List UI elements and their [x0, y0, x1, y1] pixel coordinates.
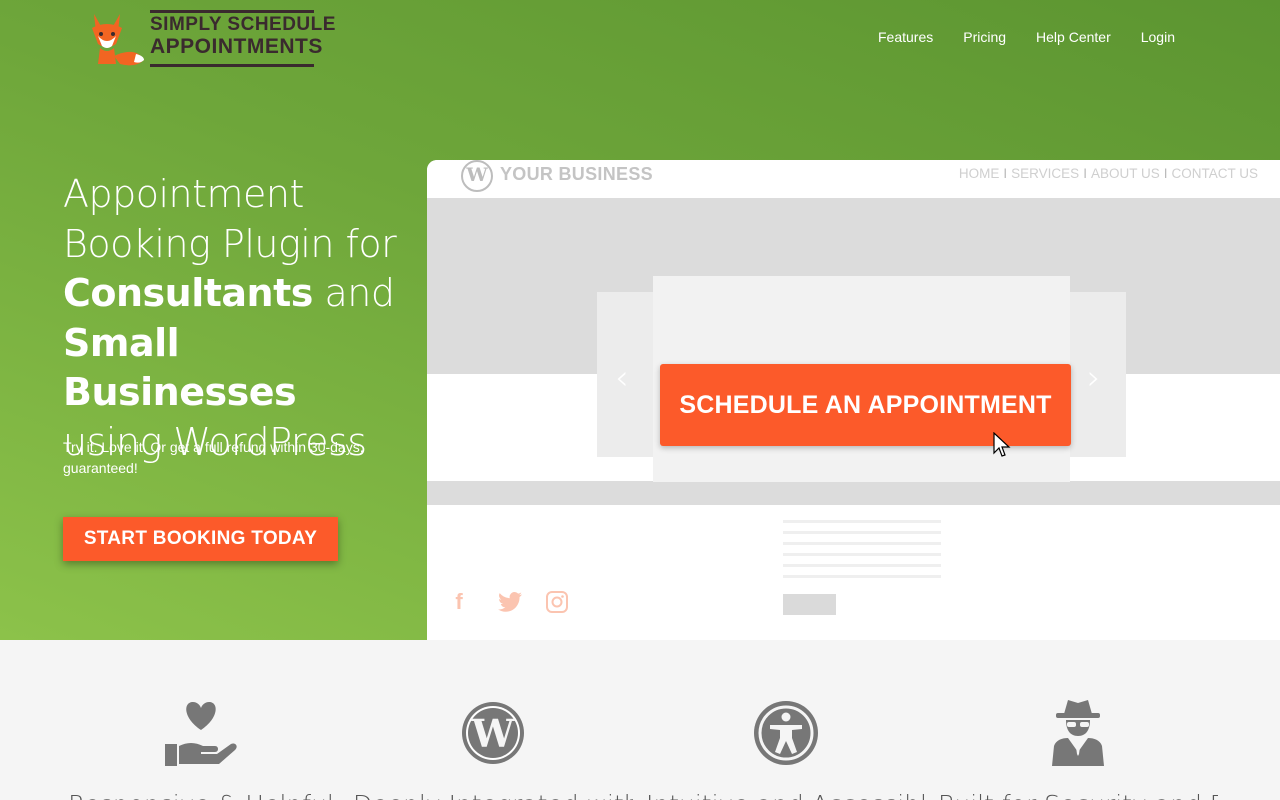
mock-brand: YOUR BUSINESS [500, 164, 653, 184]
spy-icon [1052, 700, 1104, 766]
facebook-icon: f [455, 589, 463, 614]
mock-slider: ‹ › [427, 198, 1280, 505]
logo-text-line2: APPOINTMENTS [150, 35, 323, 58]
feature-label: Responsive & Helpful [61, 790, 341, 800]
mock-nav-home: HOME [958, 166, 1000, 181]
headline-part2: and [324, 271, 395, 315]
mock-footer-text [783, 520, 941, 586]
feature-label: Built for Security and Data [938, 790, 1218, 800]
headline-bold2: Small Businesses [63, 320, 297, 415]
features-section: Responsive & Helpful W Deeply Integrated… [0, 640, 1280, 800]
mock-nav-sep: I [1083, 166, 1087, 181]
nav-help-center[interactable]: Help Center [1036, 29, 1111, 45]
mouse-cursor-icon [993, 432, 1011, 457]
wordpress-icon: W [462, 702, 524, 764]
mock-nav-about: ABOUT US [1090, 166, 1160, 181]
fox-icon [92, 14, 144, 66]
mock-website-preview: W YOUR BUSINESS HOME I SERVICES I ABOUT US I C… [427, 160, 1280, 640]
nav-login[interactable]: Login [1141, 29, 1175, 45]
mock-nav: HOME I SERVICES I ABOUT US I CONTACT US [959, 166, 1258, 181]
feature-wordpress: W Deeply Integrated with [353, 696, 633, 800]
nav-features[interactable]: Features [878, 29, 933, 45]
mock-nav-sep: I [1003, 166, 1008, 181]
mock-nav-services: SERVICES [1011, 166, 1080, 181]
logo-rule-top [150, 10, 314, 13]
chevron-left-icon: ‹ [615, 358, 629, 398]
main-nav: Features Pricing Help Center Login [878, 29, 1175, 45]
mock-nav-sep: I [1163, 166, 1168, 181]
logo-rule-bottom [150, 64, 314, 67]
heart-hand-icon [165, 702, 237, 766]
mock-header: W YOUR BUSINESS HOME I SERVICES I ABOUT US I C… [427, 160, 1280, 198]
logo[interactable]: SIMPLY SCHEDULE APPOINTMENTS [86, 8, 335, 70]
chevron-right-icon: › [1087, 358, 1101, 398]
feature-accessible: Intuitive and Accessible [646, 696, 926, 800]
logo-text-line1: SIMPLY SCHEDULE [150, 14, 336, 35]
headline-bold1: Consultants [63, 271, 313, 315]
mock-wordpress-icon: W [461, 160, 493, 192]
feature-security: Built for Security and Data [938, 696, 1218, 800]
svg-text:W: W [471, 711, 516, 756]
twitter-icon [498, 592, 522, 612]
hero-section: SIMPLY SCHEDULE APPOINTMENTS Features Pr… [0, 0, 1280, 640]
feature-label: Intuitive and Accessible [646, 790, 926, 800]
accessibility-icon [754, 701, 818, 765]
instagram-icon [546, 591, 568, 613]
nav-pricing[interactable]: Pricing [963, 29, 1006, 45]
mock-footer-button [783, 594, 836, 615]
feature-responsive: Responsive & Helpful [61, 696, 341, 800]
mock-nav-contact: CONTACT US [1171, 166, 1258, 181]
start-booking-button[interactable]: START BOOKING TODAY [63, 517, 338, 561]
hero-subtext: Try it. Love it. Or get a full refund wi… [63, 439, 364, 476]
headline-part1: Appointment Booking Plugin for [63, 172, 397, 266]
hero-headline: Appointment Booking Plugin for Consultan… [63, 170, 423, 467]
feature-label: Deeply Integrated with [353, 790, 633, 800]
